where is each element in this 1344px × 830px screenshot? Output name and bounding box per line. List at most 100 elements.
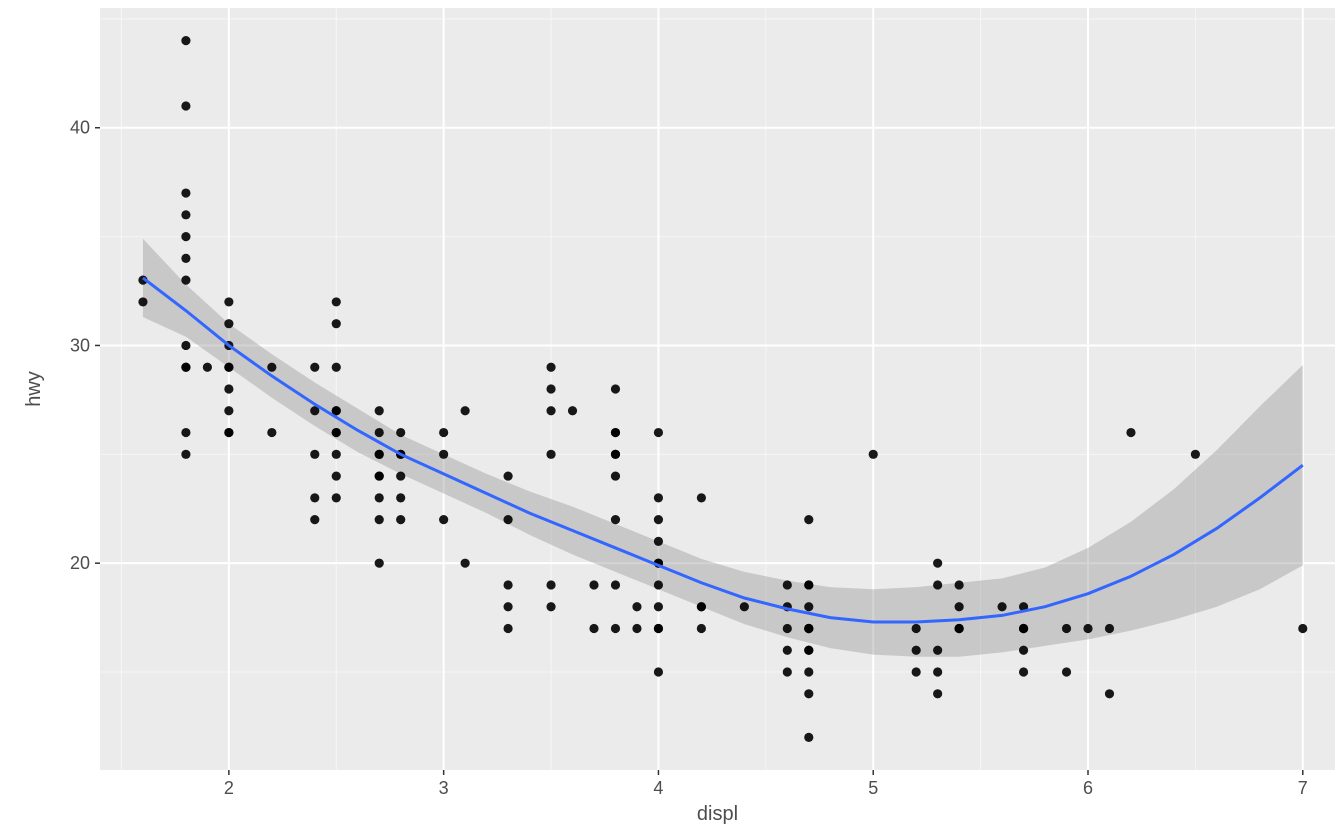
- data-point: [697, 624, 706, 633]
- data-point: [912, 646, 921, 655]
- data-point: [1019, 646, 1028, 655]
- data-point: [310, 363, 319, 372]
- data-point: [783, 667, 792, 676]
- data-point: [375, 493, 384, 502]
- data-point: [611, 428, 620, 437]
- data-point: [181, 450, 190, 459]
- y-tick-label: 40: [70, 118, 90, 138]
- x-tick-label: 2: [224, 778, 234, 798]
- data-point: [1126, 428, 1135, 437]
- data-point: [933, 559, 942, 568]
- data-point: [1191, 450, 1200, 459]
- x-tick-label: 7: [1298, 778, 1308, 798]
- data-point: [181, 232, 190, 241]
- data-point: [997, 602, 1006, 611]
- data-point: [503, 602, 512, 611]
- data-point: [546, 450, 555, 459]
- data-point: [439, 450, 448, 459]
- data-point: [503, 580, 512, 589]
- data-point: [804, 733, 813, 742]
- data-point: [375, 515, 384, 524]
- data-point: [375, 471, 384, 480]
- data-point: [310, 450, 319, 459]
- data-point: [804, 646, 813, 655]
- data-point: [267, 428, 276, 437]
- data-point: [611, 624, 620, 633]
- data-point: [310, 493, 319, 502]
- data-point: [332, 450, 341, 459]
- data-point: [804, 667, 813, 676]
- data-point: [461, 406, 470, 415]
- data-point: [804, 624, 813, 633]
- data-point: [654, 493, 663, 502]
- scatter-smooth-plot: 234567 203040 displ hwy: [0, 0, 1344, 830]
- data-point: [1298, 624, 1307, 633]
- data-point: [181, 363, 190, 372]
- data-point: [461, 559, 470, 568]
- data-point: [632, 602, 641, 611]
- data-point: [375, 450, 384, 459]
- data-point: [611, 471, 620, 480]
- data-point: [912, 624, 921, 633]
- data-point: [224, 297, 233, 306]
- data-point: [224, 319, 233, 328]
- data-point: [654, 428, 663, 437]
- data-point: [375, 559, 384, 568]
- data-point: [568, 406, 577, 415]
- data-point: [546, 602, 555, 611]
- data-point: [203, 363, 212, 372]
- data-point: [783, 580, 792, 589]
- data-point: [912, 667, 921, 676]
- data-point: [310, 515, 319, 524]
- data-point: [332, 493, 341, 502]
- data-point: [224, 384, 233, 393]
- data-point: [181, 188, 190, 197]
- data-point: [740, 602, 749, 611]
- data-point: [611, 515, 620, 524]
- data-point: [224, 428, 233, 437]
- data-point: [138, 297, 147, 306]
- data-point: [546, 406, 555, 415]
- data-point: [396, 428, 405, 437]
- data-point: [181, 341, 190, 350]
- data-point: [181, 210, 190, 219]
- x-tick-label: 3: [439, 778, 449, 798]
- data-point: [1083, 624, 1092, 633]
- data-point: [332, 319, 341, 328]
- data-point: [955, 624, 964, 633]
- y-tick-label: 20: [70, 553, 90, 573]
- data-point: [804, 515, 813, 524]
- x-tick-label: 4: [653, 778, 663, 798]
- data-point: [224, 363, 233, 372]
- data-point: [546, 384, 555, 393]
- data-point: [611, 384, 620, 393]
- data-point: [267, 363, 276, 372]
- data-point: [181, 101, 190, 110]
- data-point: [654, 515, 663, 524]
- data-point: [955, 602, 964, 611]
- data-point: [654, 602, 663, 611]
- data-point: [654, 537, 663, 546]
- data-point: [1105, 689, 1114, 698]
- data-point: [375, 428, 384, 437]
- data-point: [697, 493, 706, 502]
- data-point: [955, 580, 964, 589]
- data-point: [396, 515, 405, 524]
- data-point: [439, 428, 448, 437]
- data-point: [503, 471, 512, 480]
- data-point: [869, 450, 878, 459]
- data-point: [804, 689, 813, 698]
- data-point: [181, 36, 190, 45]
- data-point: [332, 471, 341, 480]
- data-point: [933, 689, 942, 698]
- data-point: [1019, 667, 1028, 676]
- data-point: [181, 276, 190, 285]
- data-point: [546, 580, 555, 589]
- x-tick-label: 5: [868, 778, 878, 798]
- data-point: [933, 667, 942, 676]
- data-point: [332, 363, 341, 372]
- data-point: [546, 363, 555, 372]
- y-tick-label: 30: [70, 335, 90, 355]
- data-point: [1019, 624, 1028, 633]
- data-point: [224, 406, 233, 415]
